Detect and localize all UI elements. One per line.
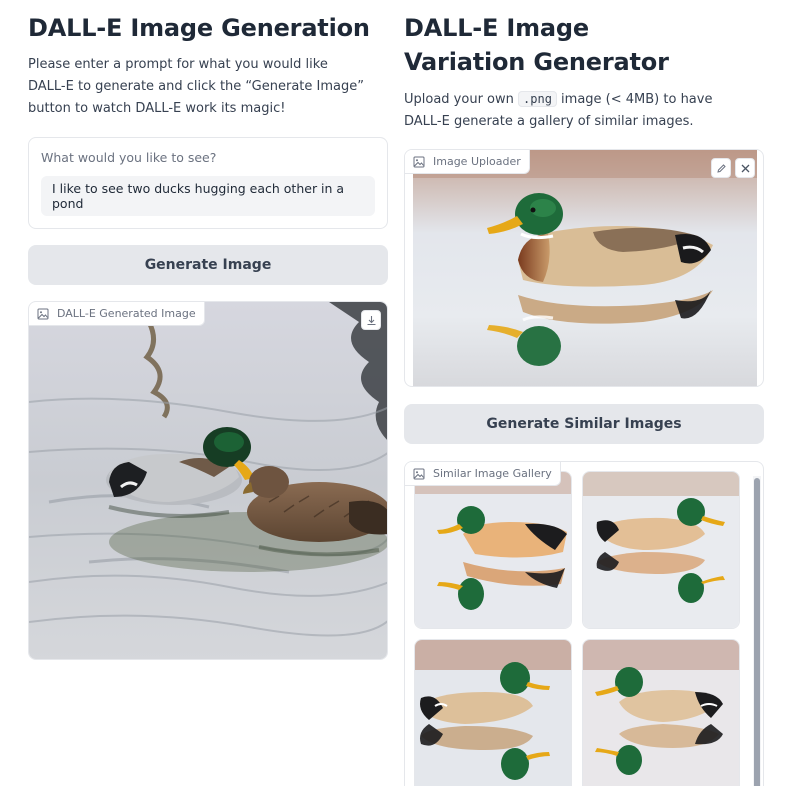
prompt-label: What would you like to see? bbox=[41, 150, 217, 165]
duck-variation-1 bbox=[415, 472, 571, 628]
image-icon bbox=[413, 468, 425, 479]
page-title: DALL-E Image Generation bbox=[28, 14, 370, 42]
download-button[interactable] bbox=[361, 310, 381, 330]
uploaded-duck-photo bbox=[413, 150, 757, 386]
clear-button[interactable] bbox=[735, 158, 755, 178]
image-generation-panel: DALL-E Image Generation Please enter a p… bbox=[28, 0, 388, 660]
image-variation-panel: DALL-E Image Variation Generator Upload … bbox=[404, 0, 764, 786]
duck-variation-3 bbox=[415, 640, 571, 786]
gallery-thumbnail[interactable] bbox=[414, 471, 572, 629]
gallery-label: Similar Image Gallery bbox=[405, 462, 561, 486]
gallery-thumbnail[interactable] bbox=[414, 639, 572, 786]
edit-button[interactable] bbox=[711, 158, 731, 178]
similar-image-gallery: Similar Image Gallery bbox=[404, 461, 764, 786]
generated-image-label-text: DALL-E Generated Image bbox=[57, 307, 196, 320]
generated-image-output: DALL-E Generated Image bbox=[28, 301, 388, 660]
prompt-input[interactable]: I like to see two ducks hugging each oth… bbox=[41, 176, 375, 216]
generate-similar-images-button[interactable]: Generate Similar Images bbox=[404, 404, 764, 444]
generated-image-label: DALL-E Generated Image bbox=[29, 302, 205, 326]
generation-description: Please enter a prompt for what you would… bbox=[28, 57, 364, 116]
download-icon bbox=[367, 315, 375, 325]
uploader-label-text: Image Uploader bbox=[433, 155, 521, 168]
close-icon bbox=[741, 164, 749, 172]
image-uploader[interactable]: Image Uploader bbox=[404, 149, 764, 387]
gallery-scrollbar-thumb[interactable] bbox=[754, 478, 760, 786]
pencil-icon bbox=[716, 163, 726, 173]
generated-duck-photo bbox=[29, 302, 387, 659]
gallery-label-text: Similar Image Gallery bbox=[433, 467, 552, 480]
image-icon bbox=[413, 156, 425, 167]
generate-image-button[interactable]: Generate Image bbox=[28, 245, 388, 285]
image-icon bbox=[37, 308, 49, 319]
gallery-scrollbar[interactable] bbox=[753, 476, 761, 786]
duck-variation-2 bbox=[583, 472, 739, 628]
description-before: Upload your own bbox=[404, 92, 519, 107]
uploader-label: Image Uploader bbox=[405, 150, 530, 174]
gallery-thumbnail[interactable] bbox=[582, 471, 740, 629]
variation-title: DALL-E Image Variation Generator bbox=[404, 14, 669, 76]
duck-variation-4 bbox=[583, 640, 739, 786]
prompt-block: What would you like to see? I like to se… bbox=[28, 137, 388, 229]
variation-description: Upload your own .png image (< 4MB) to ha… bbox=[404, 88, 744, 133]
gallery-thumbnail[interactable] bbox=[582, 639, 740, 786]
png-code: .png bbox=[518, 91, 557, 107]
